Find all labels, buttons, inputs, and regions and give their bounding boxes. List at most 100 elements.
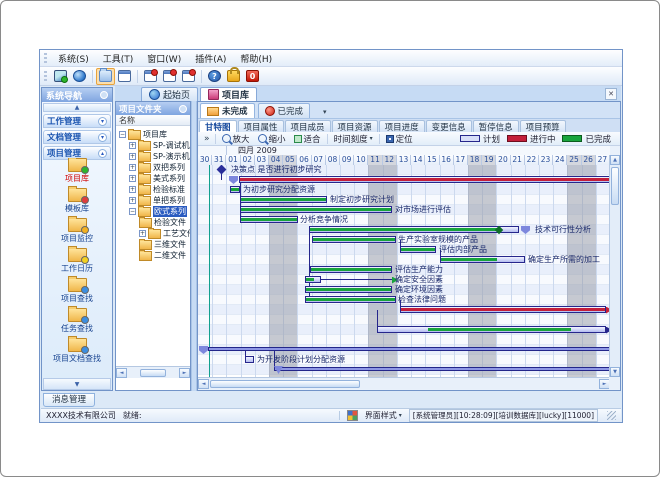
scroll-up-icon[interactable]: ▲	[610, 155, 620, 165]
timescale-dropdown[interactable]: 时间刻度 ▾	[330, 133, 377, 145]
window-button[interactable]	[115, 68, 134, 85]
sidebar-scroll-down[interactable]: ▼	[43, 378, 111, 390]
view-tab-3[interactable]: 项目资源	[332, 120, 378, 132]
report-send-button[interactable]	[160, 68, 179, 85]
globe-button[interactable]	[70, 68, 89, 85]
menu-item-0[interactable]: 系统(S)	[51, 51, 96, 66]
tree-node[interactable]: +工艺文件	[139, 228, 191, 239]
tree-node[interactable]: +SP-调试机系	[129, 140, 191, 151]
fit-button[interactable]: 适合	[290, 133, 325, 145]
gantt-task-bar[interactable]	[305, 286, 392, 293]
expand-icon[interactable]: +	[129, 197, 136, 204]
scroll-left-icon[interactable]: ◄	[116, 368, 127, 378]
filter-tab-1[interactable]: 已完成	[258, 103, 311, 118]
scroll-down-icon[interactable]: ▼	[610, 367, 620, 377]
gantt-summary-bar[interactable]	[274, 367, 610, 371]
toolbar-grip[interactable]	[44, 53, 47, 64]
scrollbar-thumb[interactable]	[210, 380, 360, 388]
stop-button[interactable]: 0	[243, 68, 262, 85]
pin-icon[interactable]	[179, 105, 187, 113]
chevron-down-icon[interactable]: ▾	[98, 133, 107, 142]
tree-node[interactable]: +检验标准	[129, 184, 185, 195]
sidebar-item-5[interactable]: 任务查找	[43, 308, 111, 333]
view-tab-2[interactable]: 项目成员	[285, 120, 331, 132]
filter-tab-0[interactable]: 未完成	[200, 103, 255, 118]
gantt-task-bar[interactable]	[309, 226, 519, 233]
expand-icon[interactable]: +	[129, 186, 136, 193]
scroll-right-icon[interactable]: ►	[179, 368, 190, 378]
menu-item-4[interactable]: 帮助(H)	[233, 51, 279, 66]
close-icon[interactable]: ✕	[605, 88, 617, 100]
gantt-task-bar[interactable]	[245, 356, 254, 363]
sidebar-item-0[interactable]: 项目库	[43, 158, 111, 183]
chevron-down-icon[interactable]: ▾	[98, 117, 107, 126]
gantt-task-bar[interactable]	[310, 266, 392, 273]
help-button[interactable]: ?	[205, 68, 224, 85]
gantt-task-bar[interactable]	[230, 186, 240, 193]
sidebar-scroll-up[interactable]: ▲	[43, 103, 111, 112]
tree-node[interactable]: +双把系列	[129, 162, 185, 173]
gantt-summary-bar[interactable]	[208, 347, 610, 351]
report-view-button[interactable]	[179, 68, 198, 85]
toolbar-overflow-icon[interactable]: »	[201, 134, 213, 144]
gantt-task-bar[interactable]	[377, 326, 606, 333]
expand-icon[interactable]: +	[129, 142, 136, 149]
expand-icon[interactable]: +	[129, 164, 136, 171]
tree-node[interactable]: −项目库	[119, 129, 167, 140]
expand-icon[interactable]: +	[139, 230, 146, 237]
tree-horizontal-scrollbar[interactable]: ◄ ►	[116, 366, 190, 378]
gantt-task-bar[interactable]	[312, 236, 396, 243]
lock-button[interactable]	[224, 68, 243, 85]
chevron-up-icon[interactable]: ▴	[98, 149, 107, 158]
pin-icon[interactable]	[100, 91, 108, 99]
tree-node[interactable]: +SP-演示机系	[129, 151, 191, 162]
gantt-task-bar[interactable]	[400, 246, 436, 253]
view-tab-1[interactable]: 项目属性	[238, 120, 284, 132]
view-tab-0[interactable]: 甘特图	[199, 120, 237, 132]
toolbar-grip[interactable]	[44, 71, 47, 82]
sidebar-item-2[interactable]: 项目监控	[43, 218, 111, 243]
sidebar-group-1[interactable]: 文档管理▾	[43, 130, 111, 144]
folder-button[interactable]	[96, 68, 115, 85]
doc-tab-0[interactable]: 起始页	[141, 87, 198, 101]
gantt-task-bar[interactable]	[440, 256, 525, 263]
gantt-task-bar[interactable]	[240, 206, 392, 213]
expand-icon[interactable]: +	[129, 175, 136, 182]
computer-button[interactable]	[51, 68, 70, 85]
view-tab-6[interactable]: 暂停信息	[473, 120, 519, 132]
sidebar-item-1[interactable]: 模板库	[43, 188, 111, 213]
message-management-tab[interactable]: 消息管理	[43, 393, 95, 407]
tree-node[interactable]: +单把系列	[129, 195, 185, 206]
menu-item-2[interactable]: 窗口(W)	[140, 51, 188, 66]
sidebar-item-6[interactable]: 项目文档查找	[43, 338, 111, 363]
tree-node[interactable]: +美式系列	[129, 173, 185, 184]
sidebar-item-4[interactable]: 项目查找	[43, 278, 111, 303]
gantt-task-bar[interactable]	[305, 296, 396, 303]
gantt-task-bar[interactable]	[239, 176, 610, 183]
sidebar-item-3[interactable]: 工作日历	[43, 248, 111, 273]
menu-item-3[interactable]: 插件(A)	[188, 51, 233, 66]
report-new-button[interactable]	[141, 68, 160, 85]
scrollbar-thumb[interactable]	[611, 167, 619, 205]
view-tab-4[interactable]: 项目进度	[379, 120, 425, 132]
gantt-task-bar[interactable]	[400, 306, 606, 313]
zoom-out-button[interactable]: 缩小	[254, 133, 290, 145]
locate-button[interactable]: 定位	[382, 133, 417, 145]
view-tab-5[interactable]: 变更信息	[426, 120, 472, 132]
gantt-task-bar[interactable]	[240, 216, 298, 223]
more-tabs-icon[interactable]: ▾	[323, 108, 327, 118]
scroll-left-icon[interactable]: ◄	[198, 379, 209, 389]
tree-column-header[interactable]: 名称	[116, 115, 190, 126]
tree-node[interactable]: 检验文件	[139, 217, 186, 228]
collapse-icon[interactable]: −	[119, 131, 126, 138]
expand-icon[interactable]: +	[129, 153, 136, 160]
gantt-vertical-scrollbar[interactable]: ▲ ▼	[609, 155, 620, 377]
tree-node[interactable]: 三维文件	[139, 239, 186, 250]
resize-grip[interactable]	[607, 411, 616, 420]
interface-style-dropdown[interactable]: 界面样式 ▾	[365, 410, 402, 421]
gantt-horizontal-scrollbar[interactable]: ◄ ►	[198, 377, 610, 389]
collapse-icon[interactable]: −	[129, 208, 136, 215]
gantt-task-bar[interactable]	[305, 276, 321, 283]
scrollbar-thumb[interactable]	[140, 369, 166, 377]
gantt-task-bar[interactable]	[240, 196, 327, 203]
